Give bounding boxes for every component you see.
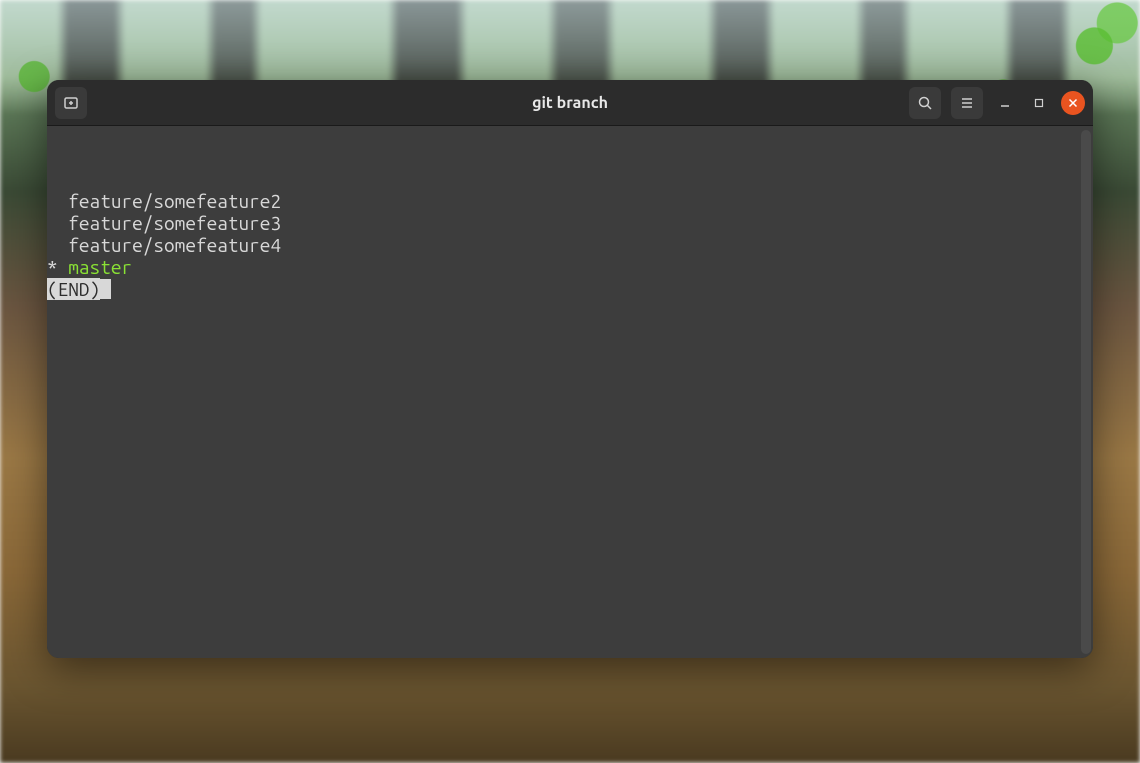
branch-name: feature/somefeature4 bbox=[68, 234, 281, 256]
close-icon bbox=[1068, 98, 1078, 108]
current-branch-line: * master bbox=[47, 256, 1093, 278]
pager-end-marker: (END) bbox=[47, 278, 100, 300]
scrollbar[interactable] bbox=[1081, 130, 1091, 654]
terminal-cursor bbox=[100, 279, 111, 299]
terminal-content-area[interactable]: feature/somefeature2 feature/somefeature… bbox=[47, 126, 1093, 658]
branch-line: feature/somefeature3 bbox=[47, 212, 1093, 234]
maximize-icon bbox=[1033, 97, 1045, 109]
search-icon bbox=[917, 95, 933, 111]
terminal-window: git branch bbox=[47, 80, 1093, 658]
maximize-button[interactable] bbox=[1027, 91, 1051, 115]
titlebar-left-controls bbox=[55, 87, 87, 119]
minimize-icon bbox=[999, 97, 1011, 109]
current-branch-marker: * bbox=[47, 256, 58, 278]
terminal-output: feature/somefeature2 feature/somefeature… bbox=[47, 126, 1093, 300]
new-tab-icon bbox=[63, 95, 79, 111]
branch-line: feature/somefeature4 bbox=[47, 234, 1093, 256]
current-branch-name: master bbox=[68, 256, 132, 278]
branch-name: feature/somefeature3 bbox=[68, 212, 281, 234]
titlebar[interactable]: git branch bbox=[47, 80, 1093, 126]
menu-button[interactable] bbox=[951, 87, 983, 119]
new-tab-button[interactable] bbox=[55, 87, 87, 119]
search-button[interactable] bbox=[909, 87, 941, 119]
branch-name: feature/somefeature2 bbox=[68, 190, 281, 212]
minimize-button[interactable] bbox=[993, 91, 1017, 115]
window-title: git branch bbox=[532, 94, 608, 112]
titlebar-right-controls bbox=[909, 87, 1085, 119]
close-button[interactable] bbox=[1061, 91, 1085, 115]
hamburger-icon bbox=[959, 95, 975, 111]
branch-line: feature/somefeature2 bbox=[47, 190, 1093, 212]
